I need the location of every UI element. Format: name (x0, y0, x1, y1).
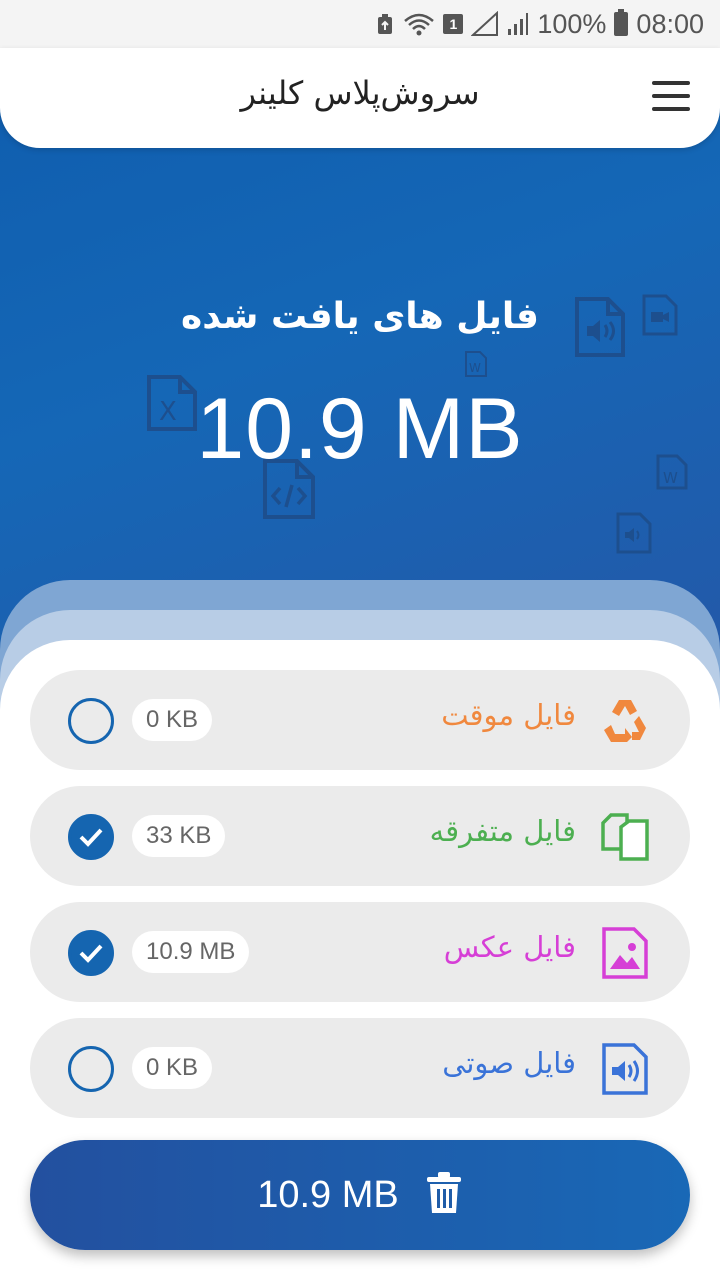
audio-file-icon (598, 1042, 652, 1096)
app-title: سروش‌پلاس کلینر (240, 74, 480, 112)
sim-slot-badge: 1 (443, 14, 464, 34)
temp-checkbox[interactable] (68, 698, 114, 744)
cleaner-notification-icon (375, 12, 395, 36)
hamburger-menu-icon[interactable] (652, 81, 690, 111)
audio-checkbox[interactable] (68, 1046, 114, 1092)
audio-size: 0 KB (132, 1047, 213, 1089)
signal-icon-sim2 (507, 11, 529, 37)
misc-label: فایل متفرقه (429, 814, 576, 848)
category-row-temp[interactable]: 0 KB فایل موقت (30, 670, 690, 770)
category-row-image[interactable]: 10.9 MB فایل عکس (30, 902, 690, 1002)
copy-files-icon (598, 810, 652, 864)
svg-text:W: W (469, 361, 481, 375)
recycle-icon (598, 694, 652, 748)
battery-icon (614, 9, 629, 36)
audio-label: فایل صوتی (442, 1046, 576, 1080)
category-row-audio[interactable]: 0 KB فایل صوتی (30, 1018, 690, 1118)
found-files-total-size: 10.9 MB (196, 381, 524, 477)
category-row-misc[interactable]: 33 KB فایل متفرقه (30, 786, 690, 886)
clean-button-size: 10.9 MB (257, 1173, 399, 1216)
signal-icon-sim1 (471, 11, 499, 37)
battery-percent: 100% (537, 8, 607, 39)
image-size: 10.9 MB (132, 931, 250, 973)
found-files-label: فایل های یافت شده (181, 296, 539, 337)
wifi-icon (403, 12, 435, 36)
misc-checkbox[interactable] (68, 814, 114, 860)
clock: 08:00 (636, 8, 704, 39)
status-bar: 1 100% 08:00 (0, 0, 720, 48)
trash-icon (425, 1171, 463, 1219)
temp-label: فایل موقت (441, 698, 576, 732)
audio-file-deco-icon-2 (616, 512, 652, 554)
image-label: فایل عکس (443, 930, 576, 964)
clean-button[interactable]: 10.9 MB (30, 1140, 690, 1250)
image-checkbox[interactable] (68, 930, 114, 976)
app-bar: سروش‌پلاس کلینر (0, 48, 720, 148)
misc-size: 33 KB (132, 815, 226, 857)
temp-size: 0 KB (132, 699, 213, 741)
word-file-deco-icon: W (465, 351, 487, 377)
image-file-icon (598, 926, 652, 980)
